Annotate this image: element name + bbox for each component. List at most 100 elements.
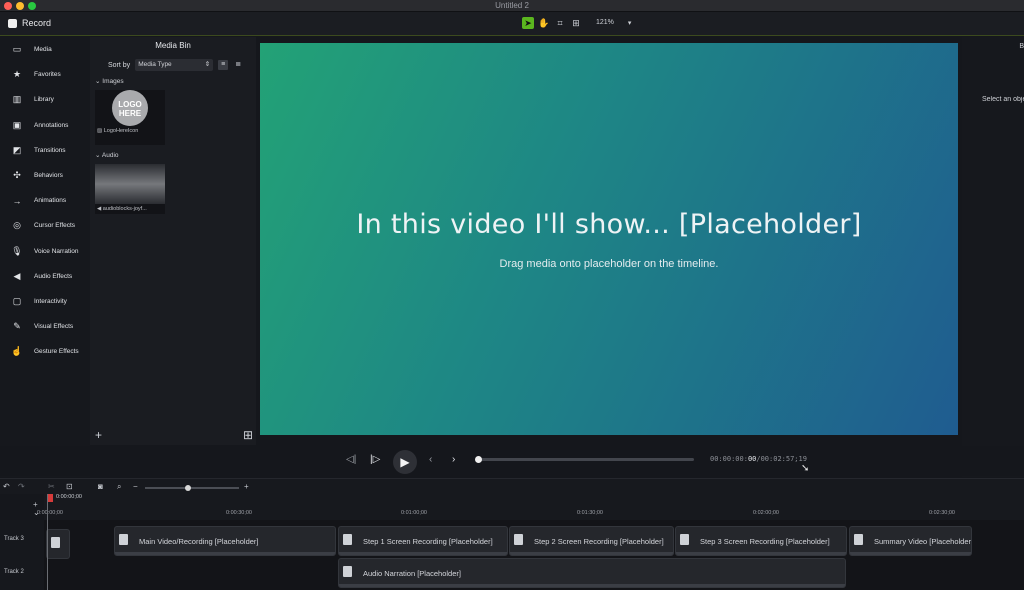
redo-icon[interactable]: ↷ <box>18 482 25 491</box>
zoom-out-icon[interactable]: − <box>133 482 138 491</box>
canvas-subtitle-text[interactable]: Drag media onto placeholder on the timel… <box>260 258 958 270</box>
playhead-marker[interactable] <box>48 494 53 502</box>
sort-label: Sort by <box>108 61 131 69</box>
collapse-tracks-icon[interactable]: ⌄ <box>33 508 40 517</box>
images-section-header[interactable]: ⌄ Images <box>95 77 256 85</box>
sidebar-item-label: Transitions <box>34 146 66 154</box>
clip-icon <box>514 534 523 545</box>
media-bin-footer: + ⊞ <box>92 428 256 442</box>
undo-icon[interactable]: ↶ <box>3 482 10 491</box>
tools-sidebar: ▭ Media ★ Favorites ▥ Library ▣ Annotations ◩ Tra… <box>0 37 90 477</box>
cut-icon[interactable]: ✂ <box>48 482 55 491</box>
sidebar-item-media[interactable]: ▭ Media <box>0 37 90 62</box>
audio-section-header[interactable]: ⌄ Audio <box>95 151 256 159</box>
play-button[interactable]: ▶ <box>393 450 417 474</box>
voice-narration-icon: 🎙 <box>11 245 23 256</box>
track-headers: + ⌄ Track 3 Track 2 <box>0 500 44 590</box>
frame-back-icon[interactable]: |▷ <box>370 454 380 465</box>
sidebar-item-visual-effects[interactable]: ✎ Visual Effects <box>0 314 90 339</box>
previous-icon[interactable]: ‹ <box>429 454 432 465</box>
timeline-clip[interactable]: Summary Video [Placeholder] <box>849 526 972 556</box>
fit-canvas-icon[interactable]: ⊞ <box>570 17 582 29</box>
preview-canvas[interactable]: In this video I'll show... [Placeholder]… <box>260 43 958 435</box>
sidebar-item-cursor-effects[interactable]: ◎ Cursor Effects <box>0 213 90 238</box>
select-arrow-icon[interactable]: ➤ <box>522 17 534 29</box>
sidebar-item-behaviors[interactable]: ✣ Behaviors <box>0 163 90 188</box>
clip-handle-bar[interactable] <box>510 552 673 555</box>
timeline-ruler[interactable]: 0:00:00;00 0:00:00;00 0:00:30;00 0:01:00;0… <box>37 494 1024 520</box>
animations-icon: → <box>12 195 22 206</box>
ruler-tick-label: 0:01:30;00 <box>577 510 603 516</box>
next-icon[interactable]: › <box>452 454 455 465</box>
track-2-label[interactable]: Track 2 <box>4 569 24 575</box>
clip-icon <box>119 534 128 545</box>
sidebar-item-favorites[interactable]: ★ Favorites <box>0 62 90 87</box>
library-icon: ▥ <box>12 94 22 105</box>
sidebar-item-label: Cursor Effects <box>34 222 76 230</box>
clip-handle-bar[interactable] <box>339 552 507 555</box>
timeline-clip-intro[interactable] <box>46 529 70 559</box>
sort-ascending-icon[interactable]: ≡ <box>218 60 229 70</box>
ruler-tick-label: 0:02:00;00 <box>753 510 779 516</box>
playback-scrubber[interactable] <box>475 456 694 463</box>
grid-view-icon[interactable]: ⊞ <box>243 428 253 442</box>
main-toolbar: Record ➤ ✋ ⌗ ⊞ 121% ▾ <box>0 12 1024 36</box>
timeline-clip-audio[interactable]: Audio Narration [Placeholder] <box>338 558 846 588</box>
crop-icon[interactable]: ⌗ <box>554 17 566 29</box>
media-thumb-audio[interactable]: ◀ audioblocks-joyf... <box>95 164 165 214</box>
clip-handle-bar[interactable] <box>115 552 335 555</box>
step-back-icon[interactable]: ◁| <box>346 454 356 465</box>
timeline-tracks: Main Video/Recording [Placeholder] Step 1… <box>44 494 1024 590</box>
sidebar-item-audio-effects[interactable]: ◀ Audio Effects <box>0 264 90 289</box>
clip-icon <box>343 566 352 577</box>
scrubber-handle[interactable] <box>475 456 482 463</box>
add-media-button[interactable]: + <box>95 428 102 442</box>
pan-hand-icon[interactable]: ✋ <box>538 17 550 29</box>
logo-placeholder-image: LOGO HERE <box>112 90 148 126</box>
zoom-slider-handle[interactable] <box>185 485 191 491</box>
canvas-tools: ➤ ✋ ⌗ ⊞ 121% ▾ <box>522 17 631 29</box>
sidebar-item-library[interactable]: ▥ Library <box>0 87 90 112</box>
timeline-clip[interactable]: Main Video/Recording [Placeholder] <box>114 526 336 556</box>
camera-icon[interactable]: ◙ <box>98 482 103 491</box>
clip-label: Step 1 Screen Recording [Placeholder] <box>363 537 493 546</box>
audio-section-label: Audio <box>101 152 119 159</box>
playhead-line[interactable] <box>47 494 48 590</box>
lock-icon[interactable]: ⊡ <box>66 482 73 491</box>
sort-descending-icon[interactable]: ≣ <box>233 60 243 70</box>
clip-label: Main Video/Recording [Placeholder] <box>139 537 259 546</box>
properties-empty-text: Select an object <box>982 96 1024 103</box>
zoom-in-icon[interactable]: + <box>244 482 249 491</box>
properties-tab[interactable]: B <box>1019 43 1024 50</box>
sidebar-item-transitions[interactable]: ◩ Transitions <box>0 138 90 163</box>
ruler-tick-label: 0:01:00;00 <box>401 510 427 516</box>
sidebar-item-voice-narration[interactable]: 🎙 Voice Narration <box>0 239 90 264</box>
sidebar-item-label: Media <box>34 46 52 54</box>
record-button[interactable]: Record <box>8 18 51 28</box>
sidebar-item-label: Animations <box>34 197 67 205</box>
sort-select[interactable]: Media Type ⇕ <box>135 59 214 71</box>
media-icon: ▭ <box>12 44 22 55</box>
clip-label: Summary Video [Placeholder] <box>874 537 972 546</box>
clip-handle-bar[interactable] <box>339 584 845 587</box>
sidebar-item-label: Annotations <box>34 121 69 129</box>
timeline-clip[interactable]: Step 2 Screen Recording [Placeholder] <box>509 526 674 556</box>
timeline-zoom-slider[interactable] <box>145 485 239 491</box>
timeline-clip[interactable]: Step 3 Screen Recording [Placeholder] <box>675 526 847 556</box>
canvas-title-text[interactable]: In this video I'll show... [Placeholder] <box>260 209 958 240</box>
annotations-icon: ▣ <box>12 119 22 130</box>
clip-handle-bar[interactable] <box>676 552 846 555</box>
timeline-clip[interactable]: Step 1 Screen Recording [Placeholder] <box>338 526 508 556</box>
sidebar-item-annotations[interactable]: ▣ Annotations <box>0 113 90 138</box>
sidebar-item-gesture-effects[interactable]: ☝ Gesture Effects <box>0 339 90 364</box>
playhead-time: 0:00:00;00 <box>56 494 82 500</box>
clip-handle-bar[interactable] <box>850 552 971 555</box>
track-3-label[interactable]: Track 3 <box>4 536 24 542</box>
sort-row: Sort by Media Type ⇕ ≡ ≣ <box>108 59 256 71</box>
zoom-search-icon[interactable]: ⌕ <box>117 482 121 492</box>
media-thumb-logo[interactable]: LOGO HERE ▨ LogoHereIcon <box>95 90 165 145</box>
zoom-select[interactable]: 121% ▾ <box>596 19 631 27</box>
sidebar-item-animations[interactable]: → Animations <box>0 188 90 213</box>
sidebar-item-interactivity[interactable]: ▢ Interactivity <box>0 289 90 314</box>
sidebar-item-label: Favorites <box>34 71 61 79</box>
